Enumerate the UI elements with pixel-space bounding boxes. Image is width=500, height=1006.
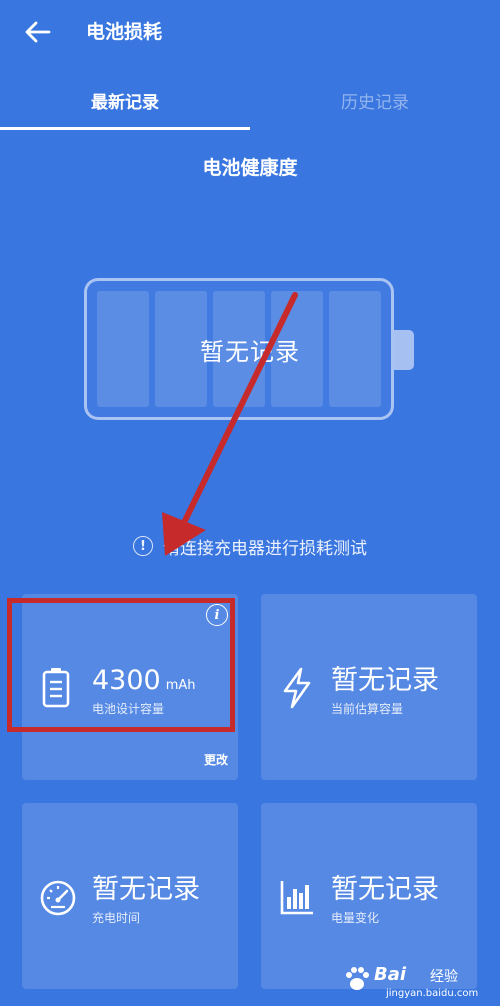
charge-change-label: 电量变化 (331, 911, 380, 925)
tab-latest-records[interactable]: 最新记录 (0, 72, 250, 128)
design-capacity-card[interactable]: 4300 mAh 电池设计容量 i 更改 (22, 594, 238, 780)
connect-charger-hint: ! 请连接充电器进行损耗测试 (0, 530, 500, 562)
speedometer-icon (40, 880, 76, 916)
watermark-brand: Bai (374, 964, 407, 985)
exclamation-circle-icon: ! (133, 536, 153, 556)
info-icon[interactable]: i (206, 604, 228, 626)
hint-text: 请连接充电器进行损耗测试 (163, 538, 367, 559)
back-button[interactable] (20, 14, 56, 50)
section-title: 电池健康度 (202, 157, 298, 179)
tab-bar: 最新记录 历史记录 (0, 72, 500, 132)
arrow-left-icon (25, 21, 51, 43)
watermark-url: jingyan.baidu.com (386, 988, 479, 999)
charging-time-value: 暂无记录 (92, 874, 200, 905)
watermark-brand-cn: 经验 (430, 969, 458, 985)
top-bar: 电池损耗 (0, 0, 500, 64)
active-tab-indicator (0, 127, 250, 130)
baidu-watermark: Bai 经验 jingyan.baidu.com (342, 962, 492, 1002)
estimated-capacity-label: 当前估算容量 (331, 702, 404, 716)
estimated-capacity-value: 暂无记录 (331, 665, 439, 696)
capacity-number: 4300 (92, 665, 161, 696)
page-title: 电池损耗 (86, 21, 163, 43)
capacity-unit: mAh (165, 678, 196, 693)
bar-chart-icon (280, 881, 313, 915)
design-capacity-label: 电池设计容量 (92, 702, 165, 716)
paw-logo-icon (346, 967, 369, 990)
design-capacity-value: 4300 mAh (92, 664, 196, 703)
charging-time-label: 充电时间 (92, 911, 141, 925)
lightning-icon (283, 667, 311, 709)
tab-history-records[interactable]: 历史记录 (250, 72, 500, 128)
battery-icon (42, 668, 70, 708)
charge-change-value: 暂无记录 (331, 874, 439, 905)
charging-time-card[interactable]: 暂无记录 充电时间 (22, 803, 238, 989)
edit-button[interactable]: 更改 (204, 751, 228, 768)
battery-status-text: 暂无记录 (200, 338, 300, 366)
estimated-capacity-card[interactable]: 暂无记录 当前估算容量 (261, 594, 477, 780)
